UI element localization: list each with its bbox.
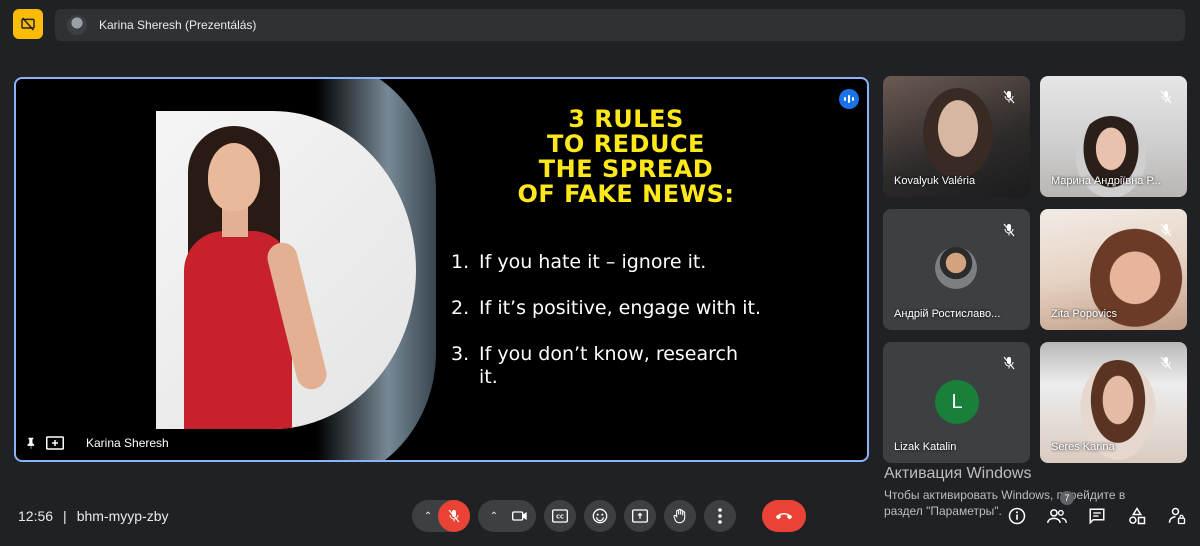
mic-off-icon <box>1157 221 1175 239</box>
meeting-code: bhm-myyp-zby <box>76 508 169 524</box>
emoji-icon <box>592 508 608 524</box>
slide-title: 3 RULES TO REDUCE THE SPREAD OF FAKE NEW… <box>517 105 735 208</box>
chat-button[interactable] <box>1086 505 1108 527</box>
participant-name: Zita Popovics <box>1051 308 1118 320</box>
participant-name: Марина Андріївна Р... <box>1051 175 1161 187</box>
participant-name: Lizak Katalin <box>894 441 957 453</box>
present-off-icon <box>21 17 35 31</box>
rule-item: 1. If you hate it – ignore it. <box>451 251 707 273</box>
participant-avatar-initial: L <box>935 380 979 424</box>
participant-name: Seres Karina <box>1051 441 1115 453</box>
mic-off-icon <box>448 509 460 523</box>
stage-presenter-name: Karina Sheresh <box>86 436 169 450</box>
mic-off-icon <box>1000 354 1018 372</box>
picture-in-picture-icon[interactable] <box>46 436 64 450</box>
shapes-icon <box>1129 507 1146 525</box>
rule-item: 3. If you don’t know, research it. <box>451 343 739 388</box>
rule-item: 2. If it’s positive, engage with it. <box>451 297 761 319</box>
present-now-button[interactable] <box>624 500 656 532</box>
side-panel-controls: 7 <box>1006 491 1188 528</box>
chevron-up-icon[interactable]: ⌃ <box>420 511 436 522</box>
camera-toggle-button[interactable] <box>504 500 536 532</box>
hang-up-icon <box>775 513 793 520</box>
participant-avatar <box>935 247 977 289</box>
stop-presenting-button[interactable] <box>13 9 43 39</box>
presenter-label: Karina Sheresh (Prezentálás) <box>99 18 257 32</box>
camera-control-group: ⌃ <box>478 500 536 532</box>
leave-call-button[interactable] <box>762 500 806 532</box>
lock-person-icon <box>1168 507 1186 525</box>
separator: | <box>63 508 67 524</box>
chevron-up-icon[interactable]: ⌃ <box>486 511 502 522</box>
participant-name: Kovalyuk Valéria <box>894 175 976 187</box>
people-count-badge: 7 <box>1060 491 1074 505</box>
hand-icon <box>673 508 686 524</box>
mic-off-icon <box>1157 88 1175 106</box>
mic-off-icon <box>1157 354 1175 372</box>
mic-control-group: ⌃ <box>412 500 470 532</box>
info-icon <box>1008 507 1026 525</box>
activities-button[interactable] <box>1126 505 1148 527</box>
present-screen-icon <box>632 509 648 523</box>
host-controls-button[interactable] <box>1166 505 1188 527</box>
participant-tile[interactable]: Марина Андріївна Р... <box>1040 76 1187 197</box>
clock-time: 12:56 <box>18 508 54 524</box>
meeting-info: 12:56 | bhm-myyp-zby <box>18 508 168 524</box>
more-options-button[interactable] <box>704 500 736 532</box>
stage-footer: Karina Sheresh <box>24 434 169 452</box>
pin-icon[interactable] <box>24 436 38 450</box>
reactions-button[interactable] <box>584 500 616 532</box>
presenter-banner: Karina Sheresh (Prezentálás) <box>55 9 1185 41</box>
participant-tile[interactable]: Seres Karina <box>1040 342 1187 463</box>
presenter-avatar <box>67 15 87 35</box>
chat-icon <box>1089 508 1105 525</box>
mic-off-icon <box>1000 88 1018 106</box>
captions-button[interactable]: CC <box>544 500 576 532</box>
closed-captions-icon: CC <box>552 509 568 523</box>
mic-off-icon <box>1000 221 1018 239</box>
presentation-slide: 3 RULES TO REDUCE THE SPREAD OF FAKE NEW… <box>16 79 867 460</box>
more-vert-icon <box>718 508 722 524</box>
raise-hand-button[interactable] <box>664 500 696 532</box>
participant-tile[interactable]: Андрій Ростиславо... <box>883 209 1030 330</box>
call-controls: ⌃ ⌃ CC <box>412 500 806 532</box>
participant-tile[interactable]: Kovalyuk Valéria <box>883 76 1030 197</box>
microphone-toggle-button[interactable] <box>438 500 470 532</box>
camera-icon <box>512 511 527 521</box>
participant-tile[interactable]: L Lizak Katalin <box>883 342 1030 463</box>
speaking-indicator-icon <box>839 89 859 109</box>
svg-text:CC: CC <box>556 515 564 521</box>
people-button[interactable]: 7 <box>1046 491 1074 527</box>
participant-name: Андрій Ростиславо... <box>894 308 1001 320</box>
people-icon <box>1047 509 1067 524</box>
presentation-stage[interactable]: 3 RULES TO REDUCE THE SPREAD OF FAKE NEW… <box>14 77 869 462</box>
meeting-details-button[interactable] <box>1006 505 1028 527</box>
participant-tile[interactable]: Zita Popovics <box>1040 209 1187 330</box>
slide-rules-list: 1. If you hate it – ignore it. 2. If it’… <box>451 251 851 412</box>
